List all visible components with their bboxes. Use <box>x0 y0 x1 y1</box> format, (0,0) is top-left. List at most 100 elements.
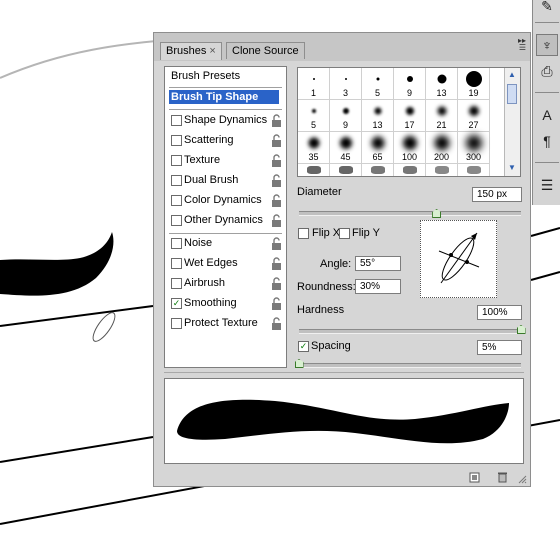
brush-preset[interactable]: 5 <box>298 100 330 132</box>
checkbox[interactable] <box>171 258 182 269</box>
stamp-icon[interactable]: ⎙ <box>536 60 558 82</box>
brush-preset[interactable]: 3 <box>330 68 362 100</box>
flip-y-checkbox[interactable] <box>339 228 350 239</box>
new-preset-icon[interactable] <box>468 471 480 483</box>
spacing-field[interactable]: 5% <box>477 340 522 355</box>
option-smoothing[interactable]: ✓ Smoothing <box>165 294 286 314</box>
option-brush-presets[interactable]: Brush Presets <box>165 67 286 87</box>
spacing-slider-knob[interactable] <box>294 359 304 368</box>
checkbox[interactable] <box>171 155 182 166</box>
checkbox[interactable] <box>171 238 182 249</box>
hardness-field[interactable]: 100% <box>477 305 522 320</box>
angle-roundness-widget[interactable] <box>420 220 497 298</box>
trash-icon[interactable] <box>496 471 508 483</box>
scroll-thumb[interactable] <box>507 84 517 104</box>
spacing-slider[interactable] <box>299 363 521 368</box>
checkbox-checked[interactable]: ✓ <box>171 298 182 309</box>
checkbox[interactable] <box>171 115 182 126</box>
option-protect-texture[interactable]: Protect Texture <box>165 314 286 334</box>
option-noise[interactable]: Noise <box>165 234 286 254</box>
angle-field[interactable]: 55° <box>355 256 401 271</box>
brush-preset[interactable] <box>426 164 458 176</box>
preset-size: 5 <box>310 120 316 130</box>
layer-comps-icon[interactable]: ☰ <box>536 174 558 196</box>
option-brush-tip-shape[interactable]: Brush Tip Shape <box>165 88 286 108</box>
brush-preset[interactable] <box>394 164 426 176</box>
brush-preset[interactable]: 13 <box>362 100 394 132</box>
diameter-field[interactable]: 150 px <box>472 187 522 202</box>
hardness-slider[interactable] <box>299 329 521 334</box>
brush-preset[interactable] <box>330 164 362 176</box>
option-label: Brush Presets <box>171 70 241 82</box>
lock-icon[interactable] <box>271 214 282 227</box>
tab-clone-source[interactable]: Clone Source <box>226 42 305 59</box>
brush-preset[interactable] <box>458 164 490 176</box>
option-label: Noise <box>184 237 213 249</box>
brush-preset[interactable]: 45 <box>330 132 362 164</box>
lock-icon[interactable] <box>271 297 282 310</box>
brush-preset[interactable]: 9 <box>330 100 362 132</box>
option-wet-edges[interactable]: Wet Edges <box>165 254 286 274</box>
tab-brushes-label: Brushes <box>166 45 207 57</box>
brush-preset[interactable]: 65 <box>362 132 394 164</box>
preview-stroke <box>177 399 509 444</box>
tab-brushes[interactable]: Brushes × <box>160 42 222 60</box>
checkbox[interactable] <box>171 318 182 329</box>
diameter-slider[interactable] <box>299 211 521 216</box>
preset-size: 35 <box>308 152 319 162</box>
lock-icon[interactable] <box>271 237 282 250</box>
diameter-label: Diameter <box>297 186 342 198</box>
brush-preset[interactable] <box>298 164 330 176</box>
scroll-up-icon[interactable]: ▲ <box>506 69 518 81</box>
checkbox[interactable] <box>171 175 182 186</box>
option-label: Dual Brush <box>184 174 239 186</box>
hardness-slider-knob[interactable] <box>516 325 526 334</box>
checkbox[interactable] <box>171 278 182 289</box>
brush-preset[interactable]: 300 <box>458 132 490 164</box>
brush-tool-icon[interactable]: ✎ <box>536 0 558 17</box>
panel-menu-icon[interactable]: ▸▸ ☰ <box>518 37 526 52</box>
scroll-down-icon[interactable]: ▼ <box>506 162 518 174</box>
lock-icon[interactable] <box>271 114 282 127</box>
flip-x-checkbox[interactable] <box>298 228 309 239</box>
option-scattering[interactable]: Scattering <box>165 131 286 151</box>
brushes-palette-icon[interactable]: ♆ <box>536 34 558 56</box>
presets-scrollbar[interactable]: ▲ ▼ <box>504 68 520 176</box>
lock-icon[interactable] <box>271 194 282 207</box>
stroke-preview <box>164 378 524 464</box>
resize-grip-icon[interactable] <box>517 474 527 484</box>
brush-preset[interactable]: 17 <box>394 100 426 132</box>
character-icon[interactable]: A <box>536 104 558 126</box>
brush-preset[interactable]: 19 <box>458 68 490 100</box>
option-label: Smoothing <box>184 297 237 309</box>
brush-preset[interactable]: 100 <box>394 132 426 164</box>
option-other-dynamics[interactable]: Other Dynamics <box>165 211 286 231</box>
checkbox[interactable] <box>171 195 182 206</box>
brush-preset[interactable]: 21 <box>426 100 458 132</box>
option-color-dynamics[interactable]: Color Dynamics <box>165 191 286 211</box>
brush-preset[interactable]: 27 <box>458 100 490 132</box>
lock-icon[interactable] <box>271 134 282 147</box>
option-dual-brush[interactable]: Dual Brush <box>165 171 286 191</box>
brush-preset[interactable] <box>362 164 394 176</box>
brush-preset[interactable]: 35 <box>298 132 330 164</box>
checkbox[interactable] <box>171 135 182 146</box>
brush-preset[interactable]: 1 <box>298 68 330 100</box>
option-shape-dynamics[interactable]: Shape Dynamics <box>165 111 286 131</box>
paragraph-icon[interactable]: ¶ <box>536 130 558 152</box>
lock-icon[interactable] <box>271 174 282 187</box>
brush-preset[interactable]: 5 <box>362 68 394 100</box>
checkbox[interactable] <box>171 215 182 226</box>
lock-icon[interactable] <box>271 257 282 270</box>
close-icon[interactable]: × <box>209 45 215 57</box>
spacing-checkbox[interactable]: ✓ <box>298 341 309 352</box>
brush-preset[interactable]: 13 <box>426 68 458 100</box>
roundness-field[interactable]: 30% <box>355 279 401 294</box>
option-texture[interactable]: Texture <box>165 151 286 171</box>
lock-icon[interactable] <box>271 317 282 330</box>
option-airbrush[interactable]: Airbrush <box>165 274 286 294</box>
lock-icon[interactable] <box>271 154 282 167</box>
lock-icon[interactable] <box>271 277 282 290</box>
brush-preset[interactable]: 200 <box>426 132 458 164</box>
brush-preset[interactable]: 9 <box>394 68 426 100</box>
